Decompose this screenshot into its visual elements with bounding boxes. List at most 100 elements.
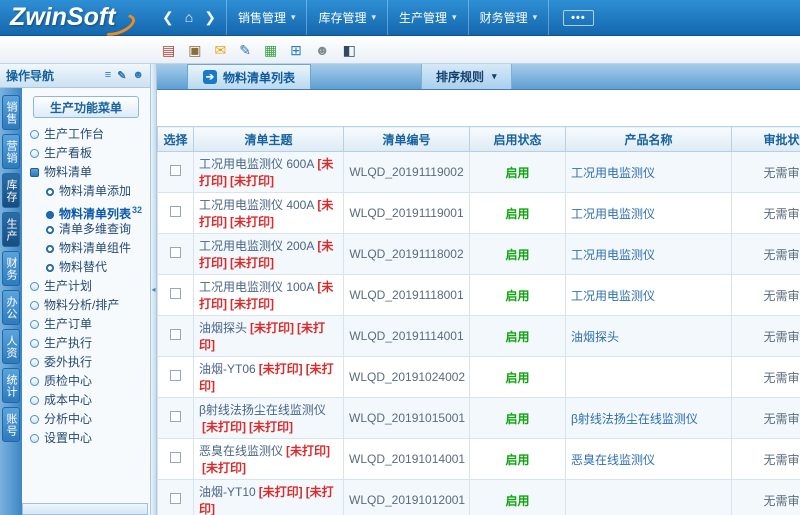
row-checkbox[interactable] xyxy=(170,452,181,463)
module-tab-5[interactable]: 财务 xyxy=(2,251,20,286)
module-tab-7[interactable]: 人资 xyxy=(2,329,20,364)
module-tab-4[interactable]: 生产 xyxy=(2,212,20,247)
table-row[interactable]: 油烟探头[未打印][未打印]WLQD_20191114001启用油烟探头无需审批 xyxy=(158,316,800,357)
tree-item-17[interactable]: 设置中心 xyxy=(30,429,150,448)
tree-item-8[interactable]: 物料替代 xyxy=(30,258,150,277)
list-subject: 恶臭在线监测仪 xyxy=(199,444,283,458)
module-tab-9[interactable]: 账号 xyxy=(2,407,20,442)
edit-icon[interactable]: ✎ xyxy=(239,43,251,57)
tree-item-10[interactable]: 物料分析/排产 xyxy=(30,296,150,315)
row-checkbox[interactable] xyxy=(170,206,181,217)
row-checkbox[interactable] xyxy=(170,411,181,422)
monitor-icon[interactable]: ◧ xyxy=(343,43,356,57)
more-menu-button[interactable]: ••• xyxy=(563,10,594,26)
table-row[interactable]: 工况用电监测仪 100A[未打印][未打印]WLQD_20191118001启用… xyxy=(158,275,800,316)
table-row[interactable]: β射线法扬尘在线监测仪[未打印][未打印]WLQD_20191015001启用β… xyxy=(158,398,800,439)
list-subject: 油烟-YT06 xyxy=(199,362,256,376)
column-header-3[interactable]: 清单编号 xyxy=(344,127,470,152)
tree-item-3[interactable]: 物料清单 xyxy=(30,163,150,182)
menu-item-3[interactable]: 生产管理▾ xyxy=(387,0,468,35)
module-tab-2[interactable]: 营销 xyxy=(2,134,20,169)
folder-icon[interactable]: ▣ xyxy=(188,43,201,57)
table-row[interactable]: 工况用电监测仪 200A[未打印][未打印]WLQD_20191118002启用… xyxy=(158,234,800,275)
list-subject: β射线法扬尘在线监测仪 xyxy=(199,403,326,417)
column-header-5[interactable]: 产品名称 xyxy=(566,127,732,152)
tab-material-list[interactable]: ➔ 物料清单列表 xyxy=(187,64,311,89)
apps-icon[interactable]: ⊞ xyxy=(290,43,302,57)
column-header-4[interactable]: 启用状态 xyxy=(470,127,566,152)
tree-item-12[interactable]: 生产执行 xyxy=(30,334,150,353)
sidebar-header: 操作导航 ≡✎☻ xyxy=(0,64,150,88)
cell-status: 启用 xyxy=(470,316,566,357)
table-container: 选择清单主题清单编号启用状态产品名称审批状态 工况用电监测仪 600A[未打印]… xyxy=(157,90,800,515)
user-icon[interactable]: ☻ xyxy=(132,69,144,82)
tree-item-label: 生产执行 xyxy=(44,336,92,350)
calendar-icon[interactable]: ▦ xyxy=(264,43,277,57)
row-checkbox[interactable] xyxy=(170,370,181,381)
cell-product: 工况用电监测仪 xyxy=(566,275,732,316)
row-checkbox[interactable] xyxy=(170,288,181,299)
sidebar-body: 销售营销库存生产财务办公人资统计账号 生产功能菜单 生产工作台生产看板物料清单物… xyxy=(0,88,150,515)
menu-item-4[interactable]: 财务管理▾ xyxy=(468,0,550,35)
row-checkbox[interactable] xyxy=(170,493,181,504)
cell-subject: β射线法扬尘在线监测仪[未打印][未打印] xyxy=(194,398,344,439)
table-row[interactable]: 油烟-YT10[未打印][未打印]WLQD_20191012001启用无需审批 xyxy=(158,480,800,515)
production-menu-button[interactable]: 生产功能菜单 xyxy=(33,96,139,118)
node-icon xyxy=(30,130,39,139)
menu-item-2[interactable]: 库存管理▾ xyxy=(306,0,387,35)
row-checkbox[interactable] xyxy=(170,165,181,176)
table-row[interactable]: 工况用电监测仪 600A[未打印][未打印]WLQD_20191119002启用… xyxy=(158,152,800,193)
tree-item-7[interactable]: 物料清单组件 xyxy=(30,239,150,258)
cell-product: β射线法扬尘在线监测仪 xyxy=(566,398,732,439)
tree-item-13[interactable]: 委外执行 xyxy=(30,353,150,372)
module-tab-8[interactable]: 统计 xyxy=(2,368,20,403)
mail-icon[interactable]: ✉ xyxy=(214,43,226,57)
module-tab-3[interactable]: 库存 xyxy=(2,173,20,208)
column-header-1[interactable]: 选择 xyxy=(158,127,194,152)
column-header-2[interactable]: 清单主题 xyxy=(194,127,344,152)
tree-item-4[interactable]: 物料清单添加 xyxy=(30,182,150,201)
forward-icon[interactable]: ❯ xyxy=(204,9,216,26)
row-checkbox[interactable] xyxy=(170,329,181,340)
chevron-down-icon: ▾ xyxy=(533,12,538,23)
table-row[interactable]: 工况用电监测仪 400A[未打印][未打印]WLQD_20191119001启用… xyxy=(158,193,800,234)
tree-item-11[interactable]: 生产订单 xyxy=(30,315,150,334)
tree-item-14[interactable]: 质检中心 xyxy=(30,372,150,391)
menu-item-1[interactable]: 销售管理▾ xyxy=(226,0,307,35)
table-row[interactable]: 恶臭在线监测仪[未打印][未打印]WLQD_20191014001启用恶臭在线监… xyxy=(158,439,800,480)
tree-item-label: 分析中心 xyxy=(44,412,92,426)
nav-icon-group: ❮ ⌂ ❯ xyxy=(162,9,216,26)
tree-item-1[interactable]: 生产工作台 xyxy=(30,125,150,144)
cell-approval: 无需审批 xyxy=(732,480,800,515)
pin-icon[interactable]: ✎ xyxy=(117,69,126,82)
tree-item-15[interactable]: 成本中心 xyxy=(30,391,150,410)
sidebar-splitter[interactable]: ◂ xyxy=(150,64,157,515)
tree-item-9[interactable]: 生产计划 xyxy=(30,277,150,296)
user-icon[interactable]: ☻ xyxy=(315,43,330,57)
back-icon[interactable]: ❮ xyxy=(162,9,174,26)
tree-item-label: 清单多维查询 xyxy=(59,222,131,236)
sidebar-footer-panel[interactable] xyxy=(22,503,148,515)
cell-subject: 工况用电监测仪 200A[未打印][未打印] xyxy=(194,234,344,275)
list-icon[interactable]: ≡ xyxy=(105,69,111,82)
table-row[interactable]: 油烟-YT06[未打印][未打印]WLQD_20191024002启用无需审批 xyxy=(158,357,800,398)
tree-item-2[interactable]: 生产看板 xyxy=(30,144,150,163)
cell-subject: 工况用电监测仪 100A[未打印][未打印] xyxy=(194,275,344,316)
list-subject: 工况用电监测仪 400A xyxy=(199,198,314,212)
row-checkbox[interactable] xyxy=(170,247,181,258)
sort-rule-dropdown[interactable]: 排序规则 ▾ xyxy=(421,64,512,89)
column-header-6[interactable]: 审批状态 xyxy=(732,127,800,152)
node-icon xyxy=(46,188,54,196)
tree-item-6[interactable]: 清单多维查询 xyxy=(30,220,150,239)
table-header-row: 选择清单主题清单编号启用状态产品名称审批状态 xyxy=(158,127,800,152)
report-icon[interactable]: ▤ xyxy=(162,43,175,57)
cell-status: 启用 xyxy=(470,275,566,316)
module-tab-1[interactable]: 销售 xyxy=(2,95,20,130)
tree-item-label: 委外执行 xyxy=(44,355,92,369)
home-icon[interactable]: ⌂ xyxy=(185,9,193,26)
nav-tree: 生产工作台生产看板物料清单物料清单添加物料清单列表32清单多维查询物料清单组件物… xyxy=(22,125,150,448)
tree-item-16[interactable]: 分析中心 xyxy=(30,410,150,429)
tree-item-5[interactable]: 物料清单列表32 xyxy=(30,201,150,220)
tree-item-label: 物料分析/排产 xyxy=(44,298,119,312)
module-tab-6[interactable]: 办公 xyxy=(2,290,20,325)
